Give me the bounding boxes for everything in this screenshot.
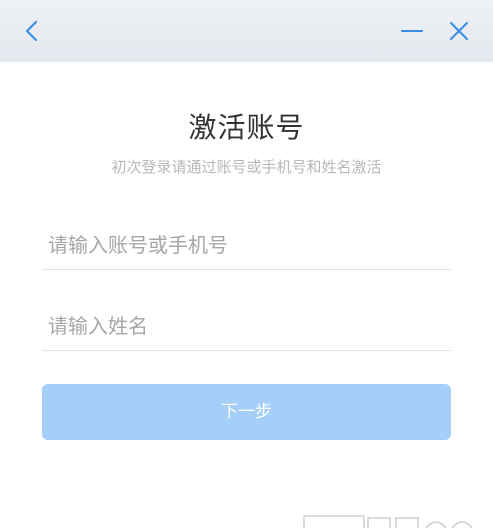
- close-icon: [450, 22, 468, 40]
- close-button[interactable]: [437, 0, 481, 62]
- account-field: [42, 219, 451, 270]
- name-input[interactable]: [46, 308, 450, 344]
- watermark-logo: [303, 515, 473, 528]
- title-bar: [0, 0, 493, 62]
- back-button[interactable]: [10, 0, 54, 62]
- chevron-left-icon: [25, 20, 38, 42]
- page-title: 激活账号: [188, 111, 305, 144]
- next-button[interactable]: 下一步: [42, 384, 451, 440]
- minus-icon: [401, 30, 423, 32]
- name-field: [42, 300, 451, 351]
- account-input[interactable]: [46, 227, 450, 263]
- minimize-button[interactable]: [390, 0, 434, 62]
- page-subtitle: 初次登录请通过账号或手机号和姓名激活: [111, 158, 382, 176]
